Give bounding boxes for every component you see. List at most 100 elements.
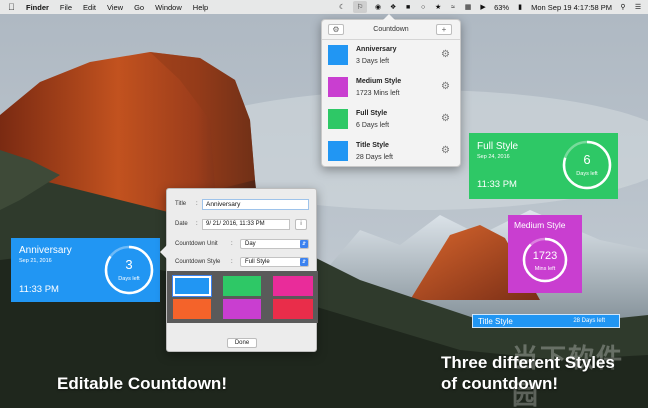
progress-ring: 3 Days left	[102, 243, 156, 297]
progress-ring: 1723 Mins left	[520, 235, 570, 285]
widget-title: Medium Style	[514, 220, 566, 230]
moon-icon[interactable]: ☾	[338, 3, 346, 11]
watermark-text: 当下软件园	[512, 343, 625, 408]
countdown-name: Anniversary	[356, 46, 397, 53]
search-icon[interactable]: ⚲	[619, 3, 627, 11]
colon-separator: :	[231, 241, 233, 247]
chat-icon[interactable]: ■	[404, 3, 412, 11]
colon-separator: :	[196, 201, 198, 207]
widget-days-left: 28 Days left	[573, 318, 605, 324]
caption-left: Editable Countdown!	[57, 374, 227, 393]
widget-title: Title Style	[478, 317, 513, 326]
menu-view[interactable]: View	[107, 3, 123, 12]
color-picker-grid	[167, 271, 318, 323]
widget-title: Anniversary	[19, 245, 72, 256]
countdown-row-anniversary[interactable]: Anniversary 3 Days left ⚙	[322, 40, 460, 72]
select-value: Full Style	[245, 259, 270, 265]
gear-icon[interactable]: ⚙	[441, 145, 450, 156]
color-swatch-blue[interactable]	[172, 275, 212, 297]
star-icon[interactable]: ★	[434, 3, 442, 11]
widget-date: Sep 21, 2016	[19, 258, 52, 264]
widget-time: 11:33 PM	[477, 179, 517, 190]
apple-menu-icon[interactable]: 	[8, 0, 18, 14]
date-label: Date	[175, 221, 188, 227]
date-picker[interactable]: 9/ 21/ 2016, 11:33 PM	[202, 219, 290, 230]
gear-icon[interactable]: ⚙	[441, 49, 450, 60]
circle-icon[interactable]: ○	[419, 3, 427, 11]
battery-percent[interactable]: 63%	[494, 3, 509, 12]
chevron-updown-icon: ⇵	[300, 258, 308, 266]
menu-file[interactable]: File	[60, 3, 72, 12]
countdown-remaining: 3 Days left	[356, 58, 390, 65]
eye-icon[interactable]: ◉	[374, 3, 382, 11]
color-swatch-pink[interactable]	[273, 276, 313, 296]
full-style-widget[interactable]: Full Style Sep 24, 2016 11:33 PM 6 Days …	[469, 133, 618, 199]
countdown-row-medium-style[interactable]: Medium Style 1723 Mins left ⚙	[322, 72, 460, 104]
color-swatch-orange[interactable]	[173, 299, 211, 319]
select-value: Day	[245, 241, 256, 247]
widget-number: 6	[583, 152, 591, 167]
flag-icon[interactable]: ▦	[464, 3, 472, 11]
color-swatch-red[interactable]	[273, 299, 313, 319]
menu-window[interactable]: Window	[155, 3, 182, 12]
caption-right-line1: Three different Styles	[441, 353, 615, 372]
gear-icon[interactable]: ⚙	[441, 113, 450, 124]
caption-right-line2: of countdown!	[441, 374, 559, 393]
menu-go[interactable]: Go	[134, 3, 144, 12]
list-icon[interactable]: ☰	[634, 3, 642, 11]
countdown-remaining: 6 Days left	[356, 122, 390, 129]
countdown-style-select[interactable]: Full Style ⇵	[240, 257, 309, 267]
color-swatch-purple[interactable]	[223, 299, 261, 319]
dropbox-icon[interactable]: ❖	[389, 3, 397, 11]
widget-unit: Days left	[576, 171, 598, 177]
title-style-widget[interactable]: Title Style 28 Days left	[472, 314, 620, 328]
chevron-updown-icon: ⇵	[300, 240, 308, 248]
wifi-icon[interactable]: ≈	[449, 3, 457, 11]
edit-countdown-panel: Title : Anniversary Date : 9/ 21/ 2016, …	[160, 188, 318, 352]
color-swatch-green[interactable]	[223, 276, 261, 296]
menu-bar:  Finder File Edit View Go Window Help ☾…	[0, 0, 648, 14]
widget-unit: Days left	[118, 276, 140, 282]
done-button[interactable]: Done	[227, 338, 257, 348]
countdown-unit-label: Countdown Unit	[175, 241, 218, 247]
color-swatch	[328, 141, 348, 161]
popover-header: ⚙ Countdown +	[322, 20, 460, 40]
color-swatch	[328, 45, 348, 65]
countdown-popover: ⚙ Countdown + Anniversary 3 Days left ⚙ …	[321, 14, 461, 168]
panel-caret	[160, 245, 167, 259]
menu-bar-tray: ☾ ⚐ ◉ ❖ ■ ○ ★ ≈ ▦ ▶ 63% ▮ Mon Sep 19 4:1…	[338, 0, 642, 14]
color-swatch	[328, 77, 348, 97]
medium-style-widget[interactable]: Medium Style 1723 Mins left	[508, 215, 582, 293]
countdown-name: Medium Style	[356, 78, 402, 85]
info-button[interactable]: i	[295, 219, 307, 230]
menu-help[interactable]: Help	[193, 3, 208, 12]
menu-edit[interactable]: Edit	[83, 3, 96, 12]
widget-unit: Mins left	[534, 266, 556, 272]
volume-icon[interactable]: ▶	[479, 3, 487, 11]
countdown-name: Full Style	[356, 110, 388, 117]
anniversary-widget[interactable]: Anniversary Sep 21, 2016 11:33 PM 3 Days…	[11, 238, 160, 302]
title-label: Title	[175, 201, 187, 207]
colon-separator: :	[196, 221, 198, 227]
add-countdown-button[interactable]: +	[436, 24, 452, 35]
countdown-remaining: 28 Days left	[356, 154, 393, 161]
widget-time: 11:33 PM	[19, 284, 59, 295]
gear-icon[interactable]: ⚙	[441, 81, 450, 92]
widget-date: Sep 24, 2016	[477, 154, 510, 160]
menu-clock[interactable]: Mon Sep 19 4:17:58 PM	[531, 3, 612, 12]
colon-separator: :	[231, 259, 233, 265]
title-input[interactable]: Anniversary	[202, 199, 309, 210]
progress-ring: 6 Days left	[560, 138, 614, 192]
battery-icon[interactable]: ▮	[516, 3, 524, 11]
widget-number: 3	[125, 257, 133, 272]
menu-app-name[interactable]: Finder	[26, 3, 49, 12]
widget-number: 1723	[532, 250, 558, 262]
countdown-row-title-style[interactable]: Title Style 28 Days left ⚙	[322, 136, 460, 168]
countdown-tray-icon[interactable]: ⚐	[353, 1, 368, 13]
widget-title: Full Style	[477, 141, 519, 152]
countdown-name: Title Style	[356, 142, 389, 149]
countdown-remaining: 1723 Mins left	[356, 90, 400, 97]
countdown-unit-select[interactable]: Day ⇵	[240, 239, 309, 249]
color-swatch	[328, 109, 348, 129]
countdown-row-full-style[interactable]: Full Style 6 Days left ⚙	[322, 104, 460, 136]
